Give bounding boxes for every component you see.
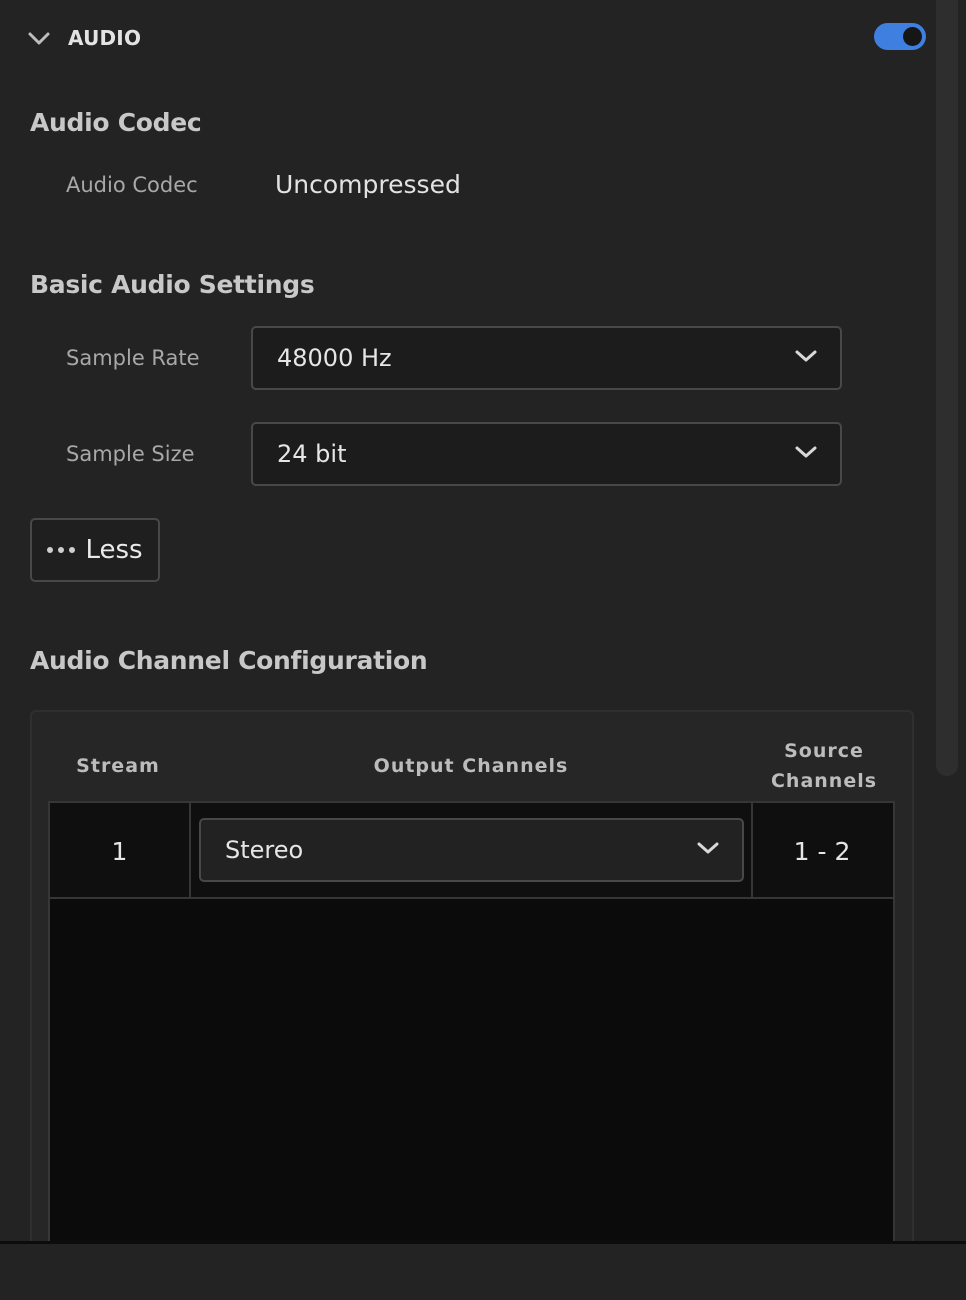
- scrollbar-thumb[interactable]: [936, 0, 958, 776]
- audio-channel-config-heading: Audio Channel Configuration: [30, 646, 428, 675]
- toggle-knob: [903, 27, 922, 46]
- output-channels-value: Stereo: [225, 836, 304, 864]
- table-row: 1 Stereo 1 - 2: [50, 803, 893, 899]
- chevron-down-icon[interactable]: [26, 28, 52, 48]
- audio-section-header[interactable]: AUDIO: [26, 22, 141, 54]
- basic-audio-settings-heading: Basic Audio Settings: [30, 270, 315, 299]
- sample-size-value: 24 bit: [277, 440, 347, 468]
- column-header-stream: Stream: [76, 755, 160, 777]
- output-channels-dropdown[interactable]: Stereo: [199, 818, 744, 882]
- less-button-label: Less: [85, 535, 143, 565]
- cell-divider: [189, 803, 191, 897]
- more-dots-icon: [47, 547, 76, 553]
- column-header-source-channels: Source Channels: [770, 740, 878, 792]
- sample-size-dropdown[interactable]: 24 bit: [251, 422, 842, 486]
- sample-size-label: Sample Size: [66, 442, 195, 466]
- column-header-output-channels: Output Channels: [373, 755, 569, 777]
- chevron-down-icon: [794, 348, 818, 368]
- sample-rate-value: 48000 Hz: [277, 344, 392, 372]
- channel-table-body: 1 Stereo 1 - 2: [48, 801, 895, 1261]
- sample-rate-label: Sample Rate: [66, 346, 200, 370]
- source-channels-value: 1 - 2: [793, 837, 851, 866]
- sample-rate-dropdown[interactable]: 48000 Hz: [251, 326, 842, 390]
- audio-codec-value: Uncompressed: [275, 170, 461, 199]
- bottom-bar: [0, 1241, 966, 1300]
- chevron-down-icon: [794, 444, 818, 464]
- stream-number: 1: [111, 837, 128, 866]
- audio-codec-label: Audio Codec: [66, 173, 198, 197]
- section-title: AUDIO: [68, 26, 142, 50]
- chevron-down-icon: [696, 840, 720, 860]
- less-button[interactable]: Less: [30, 518, 160, 582]
- audio-codec-heading: Audio Codec: [30, 108, 202, 137]
- audio-settings-panel: AUDIO Audio Codec Audio Codec Uncompress…: [0, 0, 966, 1300]
- audio-enable-toggle[interactable]: [874, 23, 926, 50]
